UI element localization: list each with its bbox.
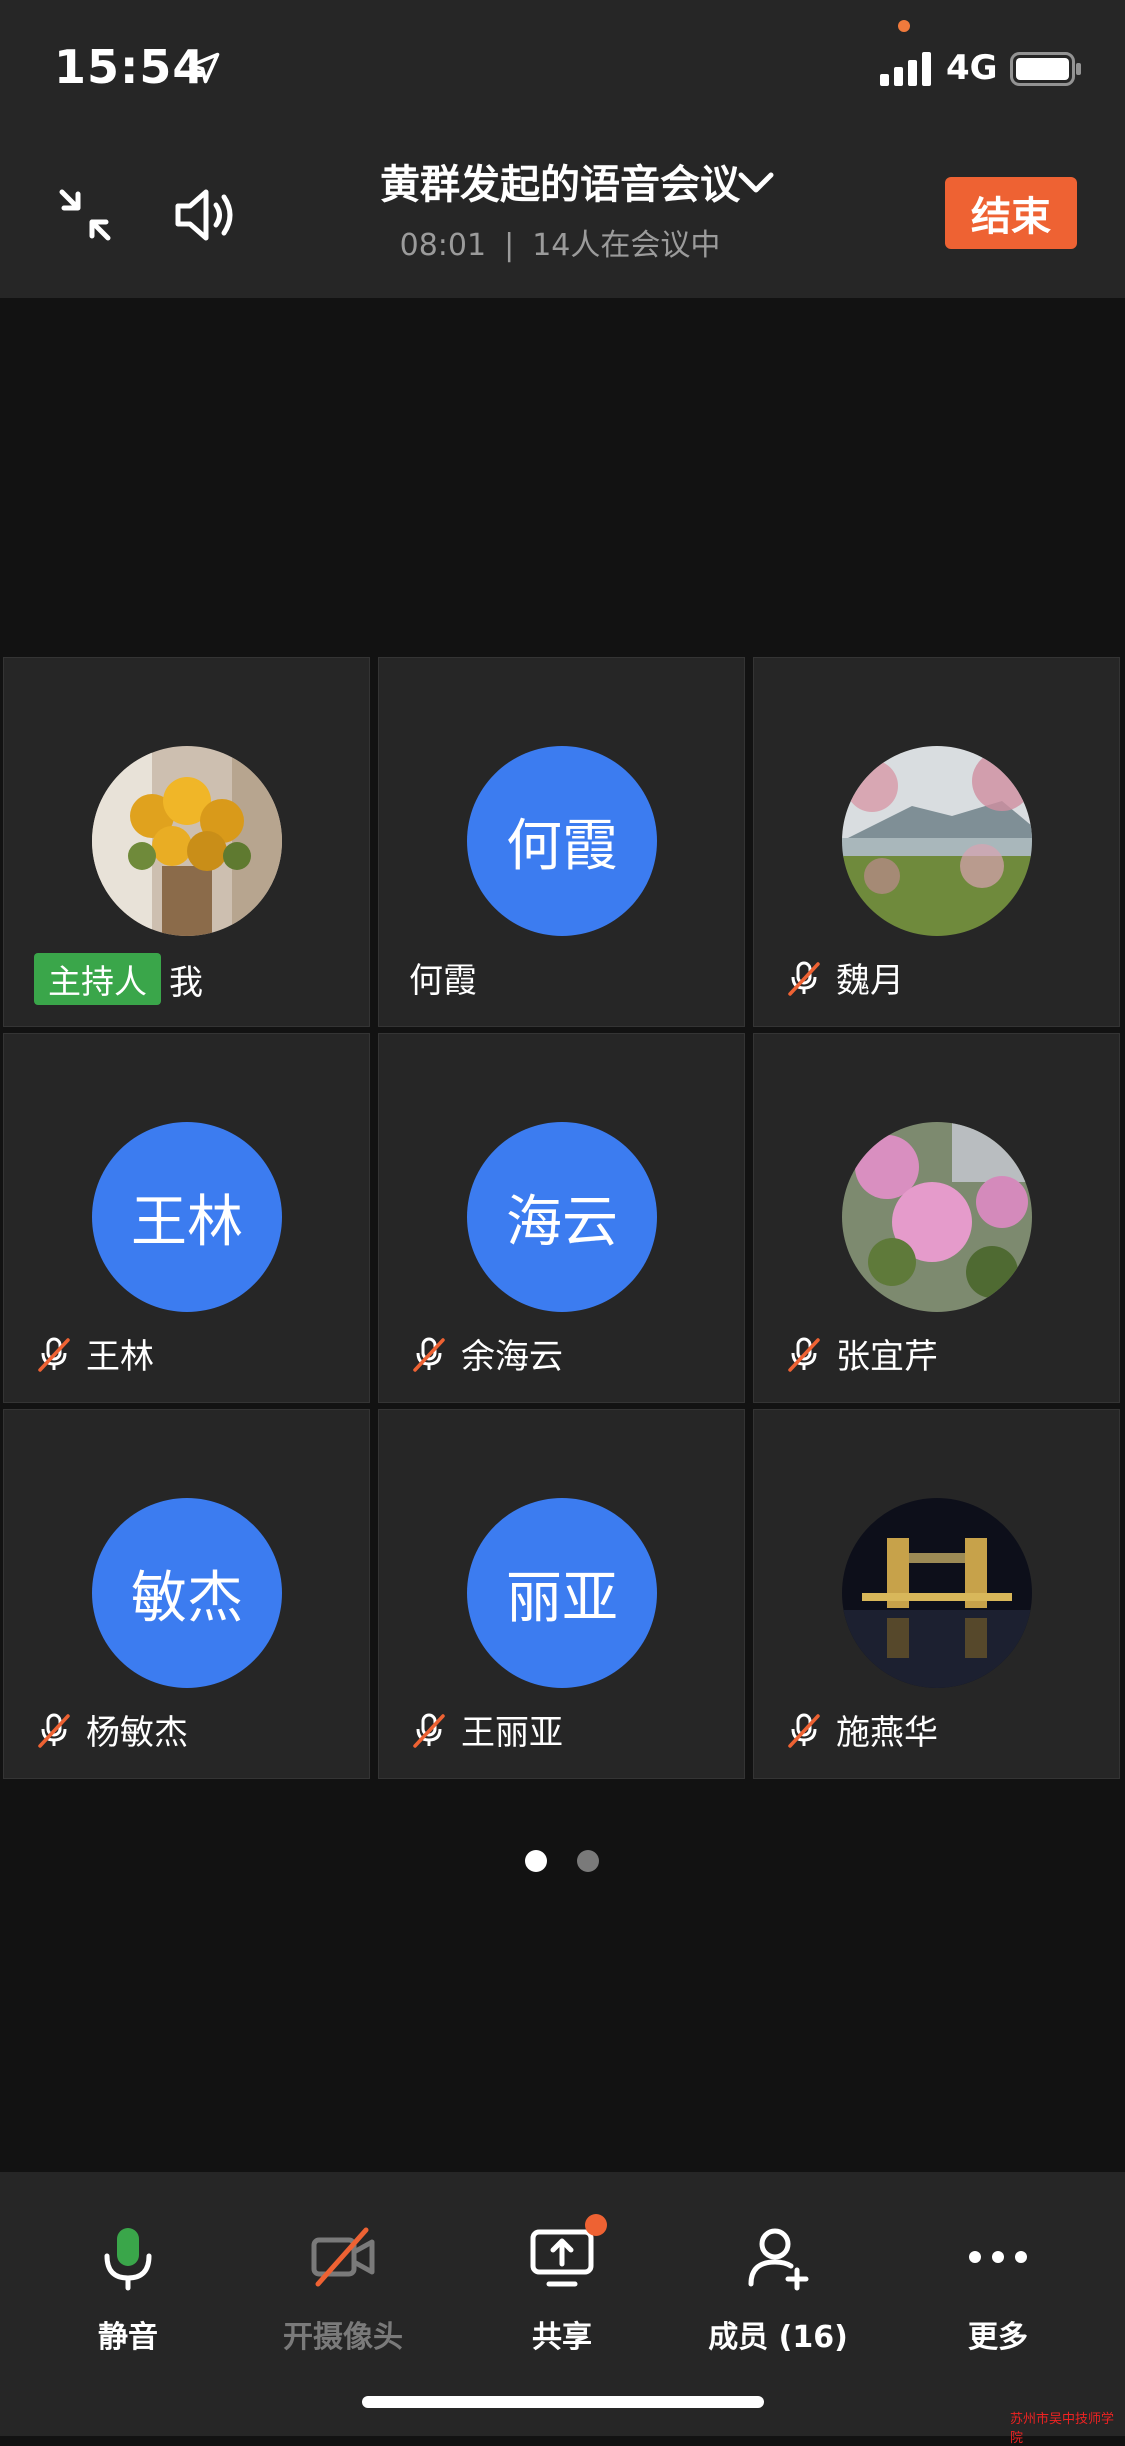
home-indicator[interactable]	[362, 2396, 764, 2408]
avatar	[92, 746, 282, 936]
participant-tile[interactable]: 敏杰 杨敏杰	[3, 1409, 370, 1779]
more-label: 更多	[968, 2320, 1028, 2355]
participant-name: 何霞	[409, 961, 477, 1001]
participant-tile[interactable]: 何霞 何霞	[378, 657, 745, 1027]
page-dot-active[interactable]	[525, 1850, 547, 1872]
meeting-title[interactable]: 黄群发起的语音会议	[330, 152, 790, 210]
camera-off-icon	[311, 2227, 375, 2287]
participant-name: 施燕华	[836, 1713, 938, 1753]
muted-mic-icon	[788, 1713, 820, 1748]
camera-label: 开摄像头	[283, 2320, 403, 2355]
meeting-subtitle: 08:01 | 14人在会议中	[360, 220, 760, 264]
participant-tile[interactable]: 主持人 我	[3, 657, 370, 1027]
pink-roses-photo	[842, 1122, 1032, 1312]
avatar: 王林	[92, 1122, 282, 1312]
members-label: 成员 (16)	[708, 2320, 848, 2355]
page-dot[interactable]	[577, 1850, 599, 1872]
end-meeting-button[interactable]: 结束	[945, 177, 1077, 249]
location-arrow-icon	[188, 52, 220, 84]
avatar	[842, 1122, 1032, 1312]
mute-button[interactable]: 静音	[33, 2222, 223, 2356]
muted-mic-icon	[413, 1713, 445, 1748]
participant-name-row: 魏月	[784, 953, 904, 1002]
members-button[interactable]: 成员 (16)	[683, 2222, 873, 2356]
avatar: 丽亚	[467, 1498, 657, 1688]
share-button[interactable]: 共享	[467, 2214, 657, 2356]
share-label: 共享	[532, 2320, 592, 2355]
participant-name-row: 王林	[34, 1329, 154, 1378]
tower-bridge-night-photo	[842, 1498, 1032, 1688]
participant-name: 王丽亚	[461, 1713, 563, 1753]
watermark: 苏州市吴中技师学院	[1010, 2412, 1115, 2446]
yellow-flowers-photo	[92, 746, 282, 936]
participant-tile[interactable]: 施燕华	[753, 1409, 1120, 1779]
participant-name: 王林	[86, 1337, 154, 1377]
muted-mic-icon	[413, 1337, 445, 1372]
battery-icon	[1010, 52, 1081, 86]
chevron-down-icon[interactable]	[735, 162, 777, 204]
participant-name: 我	[169, 962, 203, 1003]
host-badge: 主持人	[34, 953, 161, 1005]
minimize-icon[interactable]	[50, 180, 120, 250]
status-time: 15:54	[54, 40, 206, 94]
avatar	[842, 746, 1032, 936]
meeting-header: 黄群发起的语音会议 08:01 | 14人在会议中 结束	[0, 130, 1125, 298]
screen-share-icon	[530, 2229, 594, 2287]
participant-name-row: 施燕华	[784, 1705, 938, 1754]
participant-count: 14人在会议中	[532, 228, 721, 263]
participant-name-row: 杨敏杰	[34, 1705, 188, 1754]
share-badge-dot	[585, 2214, 607, 2236]
participant-tile[interactable]: 张宜芹	[753, 1033, 1120, 1403]
muted-mic-icon	[788, 1337, 820, 1372]
participant-name-row: 何霞	[409, 953, 477, 1002]
participant-name: 余海云	[461, 1337, 563, 1377]
mute-label: 静音	[98, 2320, 158, 2355]
participant-tile[interactable]: 海云 余海云	[378, 1033, 745, 1403]
participant-name-row: 张宜芹	[784, 1329, 938, 1378]
participant-name: 杨敏杰	[86, 1713, 188, 1753]
participant-tile[interactable]: 魏月	[753, 657, 1120, 1027]
meeting-elapsed-time: 08:01	[399, 228, 487, 263]
avatar: 敏杰	[92, 1498, 282, 1688]
add-member-icon	[748, 2228, 809, 2291]
subtitle-separator: |	[504, 228, 515, 263]
avatar: 何霞	[467, 746, 657, 936]
camera-button[interactable]: 开摄像头	[248, 2222, 438, 2356]
microphone-icon	[104, 2228, 152, 2291]
participant-tile[interactable]: 丽亚 王丽亚	[378, 1409, 745, 1779]
page-indicator	[525, 1850, 605, 1874]
muted-mic-icon	[38, 1713, 70, 1748]
avatar: 海云	[467, 1122, 657, 1312]
avatar	[842, 1498, 1032, 1688]
participant-name: 魏月	[836, 961, 904, 1001]
participant-name-row: 王丽亚	[409, 1705, 563, 1754]
speaker-icon[interactable]	[168, 178, 242, 252]
signal-strength-icon	[880, 52, 931, 86]
status-bar: 15:54 4G	[0, 0, 1125, 130]
muted-mic-icon	[38, 1337, 70, 1372]
more-dots-icon	[969, 2251, 1027, 2263]
participant-tile[interactable]: 王林 王林	[3, 1033, 370, 1403]
network-type: 4G	[946, 48, 998, 88]
participant-name-row: 余海云	[409, 1329, 563, 1378]
more-button[interactable]: 更多	[903, 2222, 1093, 2356]
muted-mic-icon	[788, 961, 820, 996]
participant-name-row: 主持人 我	[34, 953, 203, 1005]
peach-blossom-landscape-photo	[842, 746, 1032, 936]
privacy-indicator-dot	[898, 20, 910, 32]
participant-name: 张宜芹	[836, 1337, 938, 1377]
